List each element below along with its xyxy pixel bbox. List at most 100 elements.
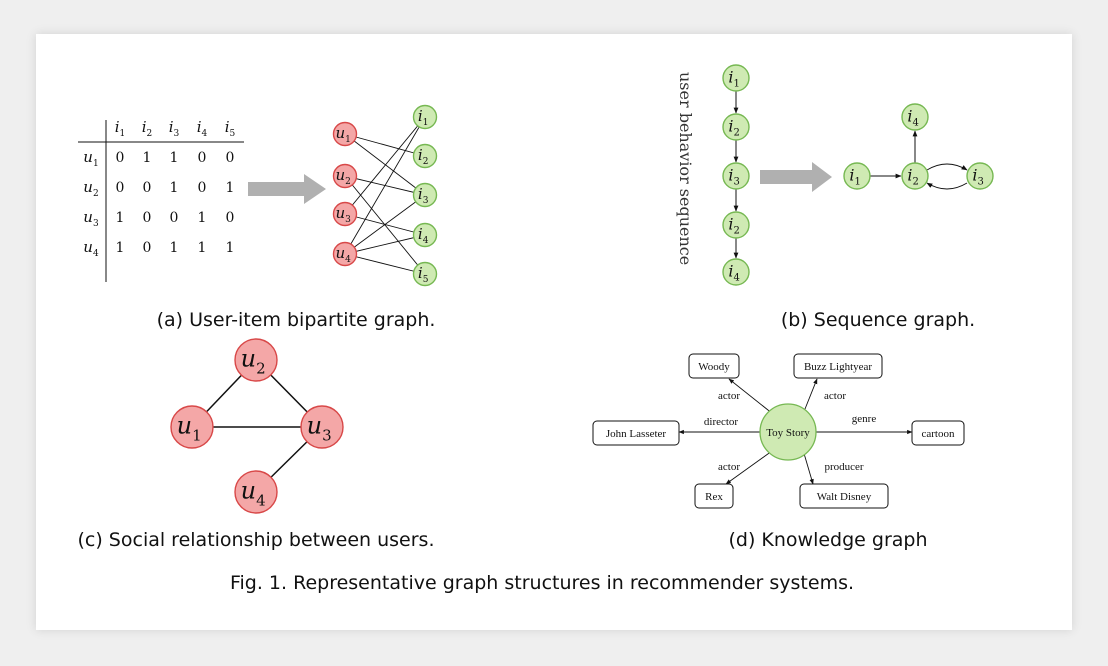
table-cell: 0 [143, 240, 152, 256]
knowledge-graph: actor Woody actor Buzz Lightyear director Joh… [592, 353, 965, 509]
panel-d: actor Woody actor Buzz Lightyear director Joh… [592, 353, 965, 551]
sequence-axis-label: user behavior sequence [676, 72, 695, 265]
table-cell: 0 [116, 150, 125, 166]
table-cell: 0 [143, 180, 152, 196]
table-cell: 1 [170, 150, 179, 166]
kg-entity-label: Woody [698, 361, 730, 373]
table-row-header: u4 [83, 238, 99, 259]
sequence-graph-node: i4 [901, 103, 929, 131]
bipartite-edge [344, 194, 426, 255]
item-node: i5 [412, 261, 438, 287]
kg-relation: genre [816, 413, 913, 435]
sequence-graph-node: i1 [843, 162, 871, 190]
table-cell: 1 [116, 210, 125, 226]
figure-canvas: i1 i2 i3 i4 i5 u1 0 1 1 0 0u2 0 0 1 0 1u3 1 0 0 1 0u4 1 0 1 1 1 … [78, 64, 994, 594]
kg-entity-label: cartoon [922, 428, 955, 440]
panel-c: u1 u2 u3 u4 (c) Social relationship between… [78, 338, 435, 551]
caption-a: (a) User-item bipartite graph. [157, 309, 436, 331]
kg-relation-label: actor [824, 390, 846, 402]
user-node: u3 [332, 201, 358, 227]
kg-entity-label: John Lasseter [606, 428, 667, 440]
bipartite-edge [344, 116, 426, 215]
figure-caption: Fig. 1. Representative graph structures … [230, 572, 854, 594]
table-cell: 0 [170, 210, 179, 226]
sequence-node: i4 [722, 258, 750, 286]
panel-a: i1 i2 i3 i4 i5 u1 0 1 1 0 0u2 0 0 1 0 1u3 1 0 0 1 0u4 1 0 1 1 1 … [78, 104, 438, 331]
panel-b: user behavior sequence i1 i2 i3 i2 i4 i1 i2 i3… [676, 64, 994, 331]
user-node: u4 [332, 241, 358, 267]
caption-d: (d) Knowledge graph [728, 529, 927, 551]
transform-arrow [760, 162, 832, 192]
caption-c: (c) Social relationship between users. [78, 529, 435, 551]
user-node: u1 [332, 121, 358, 147]
item-node: i4 [412, 222, 438, 248]
kg-center-label: Toy Story [766, 427, 810, 439]
figure-card: i1 i2 i3 i4 i5 u1 0 1 1 0 0 u2 0 0 1 0 1 u3 1 0 0 1 0 u4 1 0 1 1 1 … [36, 34, 1072, 630]
user-node: u2 [332, 163, 358, 189]
transform-arrow [248, 174, 326, 204]
table-cell: 1 [170, 240, 179, 256]
sequence-graph-edge [926, 163, 968, 171]
kg-entity-label: Rex [705, 491, 723, 503]
kg-center-node: Toy Story [759, 403, 817, 461]
kg-relation: actor [802, 378, 846, 415]
kg-entity-label: Buzz Lightyear [804, 361, 872, 373]
table-cell: 1 [170, 180, 179, 196]
table-col-header: i5 [225, 118, 236, 139]
table-col-header: i2 [142, 118, 153, 139]
table-cell: 0 [116, 180, 125, 196]
social-node: u2 [234, 338, 278, 382]
item-node: i3 [412, 182, 438, 208]
kg-entity-label: Walt Disney [817, 491, 872, 503]
kg-relation-label: actor [718, 390, 740, 402]
bipartite-edge [344, 234, 426, 255]
social-node: u3 [300, 405, 344, 449]
kg-relation: actor [718, 378, 774, 415]
item-node: i1 [412, 104, 438, 130]
bipartite-edge [344, 253, 426, 275]
kg-edge [802, 378, 818, 415]
table-cell: 0 [226, 210, 235, 226]
sequence-graph-node: i3 [966, 162, 994, 190]
table-cell: 1 [226, 240, 235, 256]
table-cell: 1 [226, 180, 235, 196]
table-row-header: u1 [83, 148, 98, 169]
social-node: u4 [234, 470, 278, 514]
table-col-header: i1 [115, 118, 126, 139]
kg-relation-label: producer [824, 461, 863, 473]
kg-entity: Rex [694, 483, 734, 509]
table-cell: 0 [143, 210, 152, 226]
kg-entity: Walt Disney [799, 483, 889, 509]
kg-relation: director [678, 416, 760, 435]
kg-entity: Woody [688, 353, 740, 379]
table-row-header: u3 [83, 208, 99, 229]
kg-relation-label: genre [852, 413, 877, 425]
sequence-chain: i1 i2 i3 i2 i4 [722, 64, 750, 286]
table-col-header: i3 [169, 118, 180, 139]
table-cell: 0 [198, 150, 207, 166]
sequence-node: i2 [722, 113, 750, 141]
sequence-node: i2 [722, 211, 750, 239]
table-cell: 0 [198, 180, 207, 196]
social-graph: u1 u2 u3 u4 [170, 338, 344, 514]
kg-relation: producer [802, 449, 864, 485]
table-row-header: u2 [83, 178, 98, 199]
table-cell: 1 [198, 210, 207, 226]
kg-entity: Buzz Lightyear [793, 353, 883, 379]
sequence-graph: i1 i2 i3 i4 [843, 103, 994, 190]
sequence-graph-node: i2 [901, 162, 929, 190]
sequence-node: i3 [722, 162, 750, 190]
item-node: i2 [412, 143, 438, 169]
kg-entity: John Lasseter [592, 420, 680, 446]
table-cell: 1 [198, 240, 207, 256]
sequence-graph-edge [926, 182, 968, 190]
table-col-header: i4 [197, 118, 208, 139]
kg-relation: actor [718, 450, 773, 485]
kg-entity: cartoon [911, 420, 965, 446]
table-column-headers: i1 i2 i3 i4 i5 [115, 118, 236, 139]
kg-relation-label: director [704, 416, 739, 428]
table-cell: 0 [226, 150, 235, 166]
bipartite-item-nodes: i1 i2 i3 i4 i5 [412, 104, 438, 287]
table-cell: 1 [143, 150, 152, 166]
interaction-matrix: i1 i2 i3 i4 i5 u1 0 1 1 0 0 u2 0 0 1 0 1 u3 1 0 0 1 0 u4 1 0 1 1 1 [78, 118, 244, 282]
